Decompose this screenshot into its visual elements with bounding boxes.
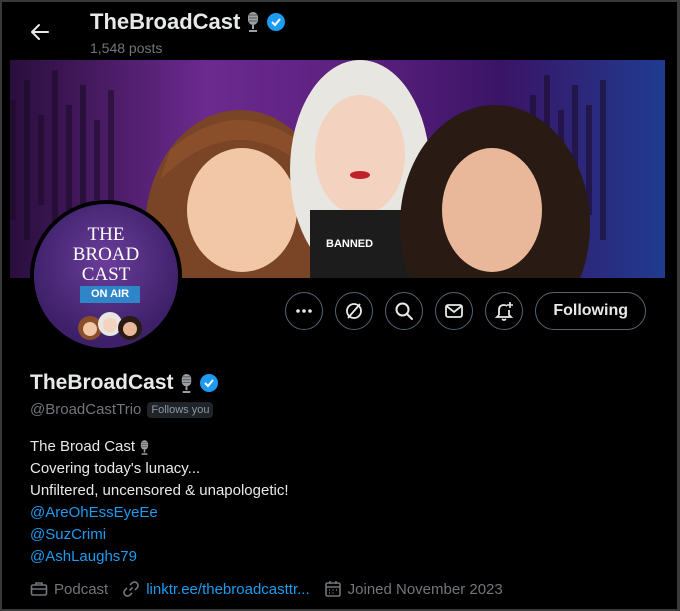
mention-link[interactable]: @AreOhEssEyeEe bbox=[30, 502, 289, 524]
follows-you-badge: Follows you bbox=[147, 401, 214, 418]
notify-icon bbox=[495, 302, 514, 321]
profile-actions: Following bbox=[285, 292, 646, 330]
briefcase-icon bbox=[30, 582, 48, 596]
category-item: Podcast bbox=[30, 580, 108, 598]
message-icon bbox=[445, 304, 464, 318]
verified-badge-icon bbox=[267, 13, 286, 31]
avatar[interactable]: THE BROAD CAST ON AIR bbox=[30, 200, 182, 352]
avatar-text-line1: THE bbox=[87, 224, 125, 245]
joined-date: Joined November 2023 bbox=[347, 580, 503, 598]
more-icon bbox=[296, 309, 313, 313]
profile-meta: Podcast linktr.ee/thebroadcasttr... Join… bbox=[30, 580, 503, 598]
header-name: TheBroadCast bbox=[90, 9, 241, 34]
handle: @BroadCastTrio bbox=[30, 401, 142, 418]
joined-item: Joined November 2023 bbox=[324, 580, 503, 598]
mention-link[interactable]: @AshLaughs79 bbox=[30, 546, 289, 568]
display-name: TheBroadCast bbox=[30, 371, 174, 394]
website-link[interactable]: linktr.ee/thebroadcasttr... bbox=[146, 581, 309, 598]
verified-badge-icon bbox=[199, 374, 218, 392]
on-air-badge: ON AIR bbox=[80, 286, 140, 303]
more-button[interactable] bbox=[285, 292, 324, 330]
avatar-text-line2: BROAD bbox=[72, 244, 140, 265]
bio-text-2: Covering today's lunacy... bbox=[30, 460, 201, 477]
microphone-icon bbox=[181, 373, 191, 393]
header-title: TheBroadCast bbox=[90, 9, 286, 35]
calendar-icon bbox=[324, 581, 341, 597]
bio: The Broad Cast Covering today's lunacy..… bbox=[30, 436, 289, 568]
search-icon bbox=[395, 302, 414, 320]
profile-name: TheBroadCast bbox=[30, 371, 219, 395]
handle-row: @BroadCastTrio Follows you bbox=[30, 401, 214, 418]
banned-shirt-text: BANNED bbox=[326, 238, 374, 250]
message-button[interactable] bbox=[435, 292, 474, 330]
notify-button[interactable] bbox=[485, 292, 524, 330]
grok-icon bbox=[346, 303, 363, 319]
avatar-text-line3: CAST bbox=[81, 264, 131, 285]
microphone-icon bbox=[248, 12, 259, 32]
category-label: Podcast bbox=[54, 580, 109, 598]
back-button[interactable] bbox=[26, 18, 54, 46]
profile-header: TheBroadCast 1,548 posts bbox=[0, 0, 680, 60]
bio-text-1: The Broad Cast bbox=[30, 438, 136, 455]
bio-text-3: Unfiltered, uncensored & unapologetic! bbox=[30, 482, 289, 499]
grok-button[interactable] bbox=[335, 292, 374, 330]
bio-line-1: The Broad Cast bbox=[30, 436, 289, 458]
search-button[interactable] bbox=[385, 292, 424, 330]
post-count: 1,548 posts bbox=[90, 40, 163, 56]
mention-link[interactable]: @SuzCrimi bbox=[30, 524, 289, 546]
microphone-icon bbox=[140, 439, 149, 455]
following-button[interactable]: Following bbox=[535, 292, 646, 330]
link-icon bbox=[123, 581, 140, 597]
back-arrow-icon bbox=[31, 24, 49, 40]
website-item: linktr.ee/thebroadcasttr... bbox=[122, 580, 310, 598]
avatar-characters-graphic bbox=[78, 312, 142, 340]
